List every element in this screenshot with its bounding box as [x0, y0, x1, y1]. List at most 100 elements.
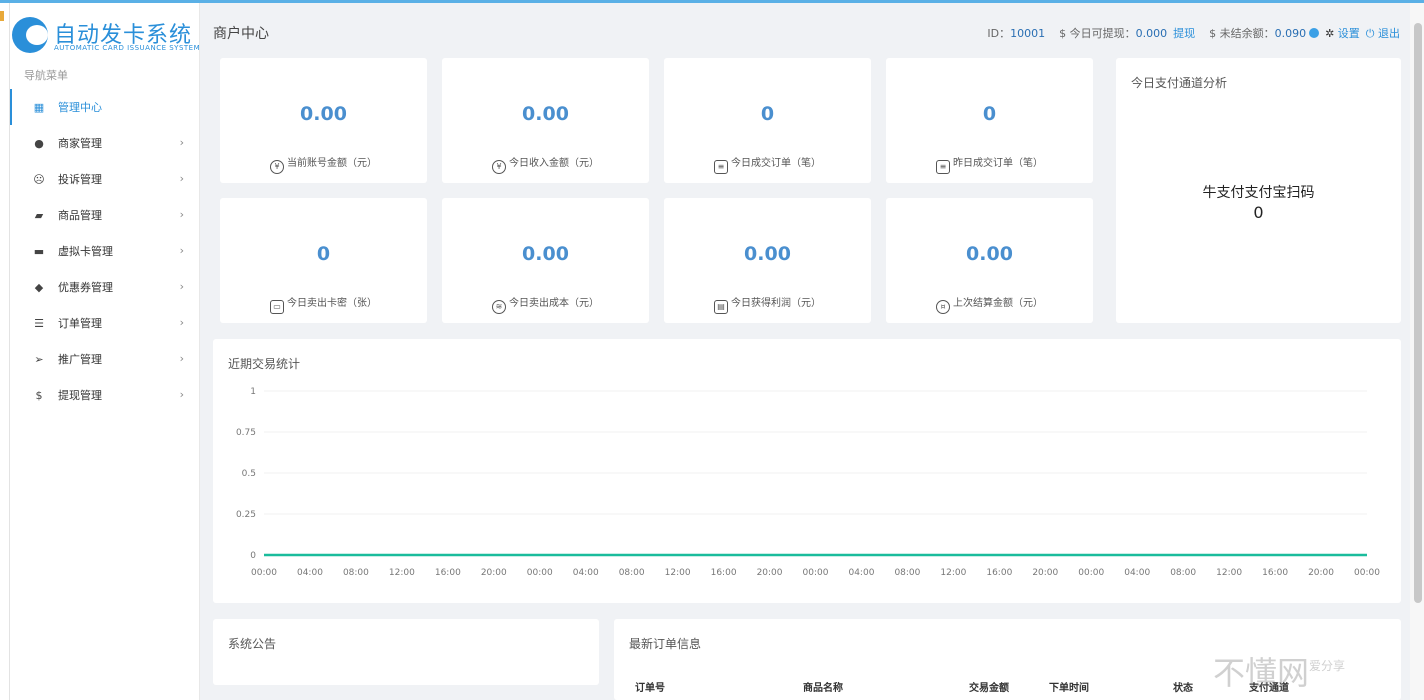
column-header: 订单号 [635, 682, 665, 694]
x-tick-label: 08:00 [1170, 568, 1196, 578]
panel-title: 最新订单信息 [629, 637, 702, 651]
sidebar-item-complaints[interactable]: ☹ 投诉管理 › [10, 161, 200, 197]
page-title: 商户中心 [213, 26, 269, 42]
notice-panel: 系统公告 [213, 619, 599, 685]
x-tick-label: 00:00 [1354, 568, 1380, 578]
x-tick-label: 12:00 [1216, 568, 1242, 578]
withdraw-link[interactable]: 提现 [1173, 25, 1195, 41]
chevron-right-icon: › [179, 316, 184, 329]
unsettled-value: 0.090 [1274, 27, 1307, 40]
column-header: 交易金额 [969, 682, 1009, 694]
card-icon: ▬ [33, 244, 45, 258]
sidebar-item-label: 订单管理 [58, 317, 102, 330]
chevron-right-icon: › [179, 136, 184, 149]
payment-channel-panel: 今日支付通道分析 牛支付支付宝扫码 0 [1116, 58, 1401, 323]
settings-button[interactable]: ✲ 设置 [1325, 25, 1360, 41]
chevron-right-icon: › [179, 172, 184, 185]
x-tick-label: 00:00 [251, 568, 277, 578]
chevron-right-icon: › [179, 388, 184, 401]
y-tick-label: 0.75 [236, 428, 256, 438]
stat-label-text: 昨日成交订单（笔） [953, 158, 1043, 169]
stat-label-text: 今日获得利润（元） [731, 298, 821, 309]
sidebar-item-promotion[interactable]: ➢ 推广管理 › [10, 341, 200, 377]
stat-value: 0 [760, 103, 775, 125]
panel-title: 系统公告 [228, 637, 277, 651]
x-tick-label: 16:00 [986, 568, 1012, 578]
sidebar-item-dashboard[interactable]: ▦ 管理中心 [10, 89, 200, 125]
sidebar-item-virtual-cards[interactable]: ▬ 虚拟卡管理 › [10, 233, 200, 269]
sidebar-item-merchants[interactable]: ● 商家管理 › [10, 125, 200, 161]
sidebar-item-label: 优惠券管理 [58, 281, 113, 294]
stat-card-last-settlement: 0.00 ¤ 上次结算金额（元） [886, 198, 1093, 323]
chevron-right-icon: › [179, 280, 184, 293]
stat-label-text: 上次结算金额（元） [953, 298, 1043, 309]
x-tick-label: 00:00 [527, 568, 553, 578]
id-value: 10001 [1010, 27, 1046, 40]
withdrawable-label: $ 今日可提现： [1059, 27, 1136, 40]
page-scrollbar[interactable] [1410, 3, 1424, 700]
document-icon: ≡ [714, 160, 728, 174]
sidebar-item-label: 商品管理 [58, 209, 102, 222]
logout-label: 退出 [1378, 27, 1400, 40]
y-tick-label: 0.5 [242, 469, 256, 479]
y-tick-label: 1 [250, 387, 256, 397]
x-tick-label: 00:00 [1078, 568, 1104, 578]
stat-card-yesterday-orders: 0 ≡ 昨日成交订单（笔） [886, 58, 1093, 183]
panel-title: 今日支付通道分析 [1131, 76, 1228, 90]
card-icon: ▭ [270, 300, 284, 314]
chevron-right-icon: › [179, 244, 184, 257]
header-account-info: ID：10001 $ 今日可提现：0.000 提现 $ 未结余额：0.090 ✲… [987, 25, 1400, 41]
stat-value: 0.00 [744, 243, 791, 265]
trade-stats-panel: 近期交易统计 1 0.75 0.5 0.25 0 00:00 04:00 08:00 12:00… [213, 339, 1401, 603]
edge-marker [0, 11, 4, 21]
list-icon: ☰ [34, 316, 44, 330]
sidebar-item-label: 推广管理 [58, 353, 102, 366]
brand-subtitle: AUTOMATIC CARD ISSUANCE SYSTEM [54, 44, 201, 52]
x-tick-label: 20:00 [757, 568, 783, 578]
sidebar-item-orders[interactable]: ☰ 订单管理 › [10, 305, 200, 341]
withdrawable-balance: $ 今日可提现：0.000 [1059, 25, 1167, 41]
column-header: 商品名称 [803, 682, 843, 694]
tag-icon: ◆ [34, 280, 44, 294]
y-tick-label: 0 [250, 551, 256, 561]
wallet-icon: ▤ [714, 300, 728, 314]
stat-label: ¥ 当前账号金额（元） [220, 154, 427, 174]
stat-label: ≡ 昨日成交订单（笔） [886, 154, 1093, 174]
x-tick-label: 04:00 [848, 568, 874, 578]
brand-logo[interactable]: 自动发卡系统 AUTOMATIC CARD ISSUANCE SYSTEM [10, 13, 201, 61]
stat-label: ▭ 今日卖出卡密（张） [220, 294, 427, 314]
stat-value: 0 [316, 243, 331, 265]
x-tick-label: 20:00 [1032, 568, 1058, 578]
stat-label: ≋ 今日卖出成本（元） [442, 294, 649, 314]
browser-edge [0, 3, 10, 700]
chevron-right-icon: › [179, 208, 184, 221]
x-tick-label: 04:00 [573, 568, 599, 578]
channel-name: 牛支付支付宝扫码 [1202, 185, 1315, 201]
x-tick-label: 08:00 [894, 568, 920, 578]
x-tick-label: 16:00 [1262, 568, 1288, 578]
stat-value: 0 [982, 103, 997, 125]
user-icon: ● [34, 136, 44, 150]
watermark-small: 爱分享 [1309, 659, 1346, 673]
trade-line-chart: 1 0.75 0.5 0.25 0 00:00 04:00 08:00 12:00 16:00 20… [236, 387, 1380, 578]
info-icon[interactable] [1309, 28, 1320, 38]
stat-label: ▤ 今日获得利润（元） [664, 294, 871, 314]
stat-card-today-orders: 0 ≡ 今日成交订单（笔） [664, 58, 871, 183]
yen-coin-icon: ¥ [492, 160, 506, 174]
y-tick-label: 0.25 [236, 510, 256, 520]
logout-button[interactable]: ⏻ 退出 [1366, 25, 1400, 41]
sidebar-item-products[interactable]: ▰ 商品管理 › [10, 197, 200, 233]
stat-label-text: 今日成交订单（笔） [731, 158, 821, 169]
sidebar-item-label: 管理中心 [58, 101, 102, 114]
sidebar-item-withdrawals[interactable]: $ 提现管理 › [10, 377, 200, 413]
sidebar-item-coupons[interactable]: ◆ 优惠券管理 › [10, 269, 200, 305]
gear-icon: ✲ [1325, 27, 1335, 40]
x-tick-label: 20:00 [1308, 568, 1334, 578]
scrollbar-thumb[interactable] [1414, 23, 1422, 603]
x-tick-label: 08:00 [343, 568, 369, 578]
complaint-icon: ☹ [33, 172, 45, 186]
chevron-right-icon: › [179, 352, 184, 365]
stat-card-account-balance: 0.00 ¥ 当前账号金额（元） [220, 58, 427, 183]
stat-label-text: 今日收入金额（元） [509, 158, 599, 169]
stat-card-today-income: 0.00 ¥ 今日收入金额（元） [442, 58, 649, 183]
